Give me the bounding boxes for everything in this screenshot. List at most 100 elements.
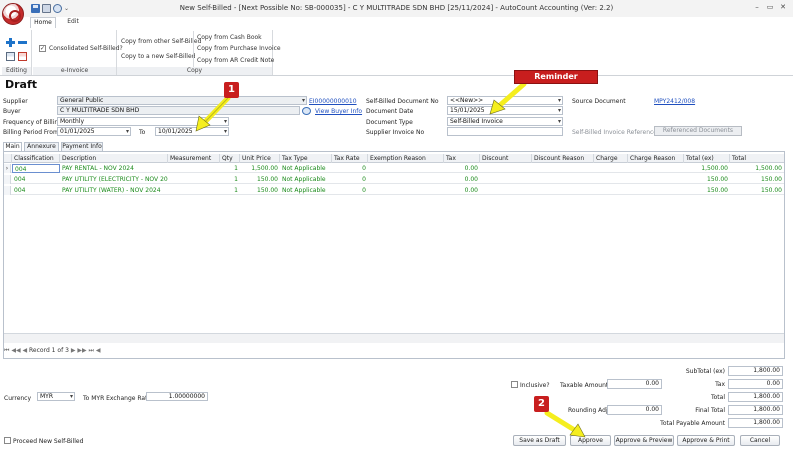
cell-total[interactable]: 150.00 [730, 186, 784, 195]
document-type-select[interactable]: Self-Billed Invoice [447, 117, 563, 126]
cell-discount-reason[interactable] [532, 164, 594, 173]
cell-qty[interactable]: 1 [220, 175, 240, 184]
cell-qty[interactable]: 1 [220, 186, 240, 195]
cell-charge[interactable] [594, 175, 628, 184]
cell-tax[interactable]: 0.00 [444, 186, 480, 195]
grid-header-tax-rate[interactable]: Tax Rate [332, 154, 368, 163]
frequency-select[interactable]: Monthly [57, 117, 229, 126]
nav-next-button[interactable]: ▶ [71, 347, 76, 354]
exchange-rate-field[interactable]: 1.00000000 [146, 392, 208, 401]
maximize-button[interactable]: ▭ [765, 3, 775, 11]
cell-discount[interactable] [480, 175, 532, 184]
cell-tax[interactable]: 0.00 [444, 175, 480, 184]
cell-exemption-reason[interactable] [368, 186, 444, 195]
tab-home[interactable]: Home [30, 17, 56, 28]
cell-exemption-reason[interactable] [368, 164, 444, 173]
cell-measurement[interactable] [168, 186, 220, 195]
grid-header-total-ex[interactable]: Total (ex) [684, 154, 730, 163]
grid-header-exemption-reason[interactable]: Exemption Reason [368, 154, 444, 163]
delete-row-icon[interactable] [18, 52, 27, 61]
cell-exemption-reason[interactable] [368, 175, 444, 184]
nav-next-page-button[interactable]: ▶▶ [77, 347, 86, 354]
cell-discount-reason[interactable] [532, 175, 594, 184]
inclusive-checkbox[interactable] [511, 381, 518, 388]
cell-charge[interactable] [594, 164, 628, 173]
copy-from-other-button[interactable]: Copy from other Self-Billed [121, 38, 201, 45]
billing-period-to-field[interactable]: 10/01/2025 [155, 127, 229, 136]
cell-description[interactable]: PAY RENTAL - NOV 2024 [60, 164, 168, 173]
grid-header-description[interactable]: Description [60, 154, 168, 163]
cell-unit-price[interactable]: 150.00 [240, 186, 280, 195]
cell-classification[interactable]: 004 [12, 175, 60, 184]
cell-tax-rate[interactable]: 0 [332, 175, 368, 184]
approve-and-print-button[interactable]: Approve & Print [677, 435, 735, 446]
row-indicator[interactable]: › [4, 164, 11, 173]
copy-from-ar-credit-note-button[interactable]: Copy from AR Credit Note [197, 57, 274, 64]
copy-to-new-button[interactable]: Copy to a new Self-Billed [121, 53, 195, 60]
cell-tax-type[interactable]: Not Applicable [280, 175, 332, 184]
approve-and-preview-button[interactable]: Approve & Preview [614, 435, 674, 446]
grid-header-total[interactable]: Total [730, 154, 784, 163]
cell-total-ex[interactable]: 1,500.00 [684, 164, 730, 173]
grid-header-discount-reason[interactable]: Discount Reason [532, 154, 594, 163]
tab-edit[interactable]: Edit [62, 17, 84, 28]
cell-unit-price[interactable]: 150.00 [240, 175, 280, 184]
tab-annexure[interactable]: Annexure [24, 142, 59, 151]
tab-payment-info[interactable]: Payment Info [61, 142, 103, 151]
cell-tax-rate[interactable]: 0 [332, 164, 368, 173]
supplier-field[interactable]: General Public [57, 96, 307, 105]
grid-header-measurement[interactable]: Measurement [168, 154, 220, 163]
add-icon[interactable] [6, 38, 15, 47]
grid-header-tax[interactable]: Tax [444, 154, 480, 163]
buyer-field[interactable]: C Y MULTITRADE SDN BHD [57, 106, 300, 115]
grid-horizontal-scrollbar[interactable] [4, 333, 784, 343]
cell-qty[interactable]: 1 [220, 164, 240, 173]
cancel-button[interactable]: Cancel [740, 435, 780, 446]
grid-header-tax-type[interactable]: Tax Type [280, 154, 332, 163]
referenced-documents-button[interactable]: Referenced Documents [654, 126, 742, 136]
nav-first-button[interactable]: ⏮ [4, 347, 9, 354]
nav-prev-button[interactable]: ◀ [22, 347, 27, 354]
grid-header-qty[interactable]: Qty [220, 154, 240, 163]
supplier-code-link[interactable]: EI00000000010 [309, 98, 357, 105]
source-document-link[interactable]: MPY2412/008 [654, 98, 695, 105]
cell-total-ex[interactable]: 150.00 [684, 186, 730, 195]
approve-button[interactable]: Approve [570, 435, 611, 446]
cell-discount-reason[interactable] [532, 186, 594, 195]
view-buyer-info-link[interactable]: View Buyer Info [315, 108, 362, 115]
copy-from-purchase-invoice-button[interactable]: Copy from Purchase Invoice [197, 45, 281, 52]
cell-charge[interactable] [594, 186, 628, 195]
cell-description[interactable]: PAY UTILITY (ELECTRICITY - NOV 20... [60, 175, 168, 184]
document-date-field[interactable]: 15/01/2025 [447, 106, 563, 115]
row-indicator[interactable] [4, 175, 11, 184]
cell-tax-type[interactable]: Not Applicable [280, 164, 332, 173]
grid-header-charge[interactable]: Charge [594, 154, 628, 163]
proceed-new-checkbox[interactable] [4, 437, 11, 444]
cell-discount[interactable] [480, 164, 532, 173]
grid-header-unit-price[interactable]: Unit Price [240, 154, 280, 163]
table-row[interactable]: 004 PAY UTILITY (WATER) - NOV 2024 1 150… [4, 186, 784, 195]
insert-row-icon[interactable] [6, 52, 15, 61]
cell-charge-reason[interactable] [628, 164, 684, 173]
cell-total[interactable]: 150.00 [730, 175, 784, 184]
cell-tax-rate[interactable]: 0 [332, 186, 368, 195]
remove-icon[interactable] [18, 38, 27, 47]
grid-header-discount[interactable]: Discount [480, 154, 532, 163]
table-row[interactable]: 004 PAY UTILITY (ELECTRICITY - NOV 20...… [4, 175, 784, 184]
minimize-button[interactable]: – [752, 3, 762, 11]
cell-total[interactable]: 1,500.00 [730, 164, 784, 173]
close-button[interactable]: ✕ [778, 3, 788, 11]
copy-from-cash-book-button[interactable]: Copy from Cash Book [197, 34, 262, 41]
nav-last-button[interactable]: ⏭ [89, 347, 94, 354]
billing-period-from-field[interactable]: 01/01/2025 [57, 127, 131, 136]
cell-measurement[interactable] [168, 164, 220, 173]
row-indicator[interactable] [4, 186, 11, 195]
grid-header-charge-reason[interactable]: Charge Reason [628, 154, 684, 163]
nav-scroll-left-button[interactable]: ◀ [96, 347, 101, 354]
supplier-invoice-no-field[interactable] [447, 127, 563, 136]
cell-charge-reason[interactable] [628, 175, 684, 184]
cell-tax-type[interactable]: Not Applicable [280, 186, 332, 195]
cell-discount[interactable] [480, 186, 532, 195]
rounding-adj-field[interactable]: 0.00 [607, 405, 662, 415]
buyer-info-icon[interactable] [302, 107, 311, 115]
